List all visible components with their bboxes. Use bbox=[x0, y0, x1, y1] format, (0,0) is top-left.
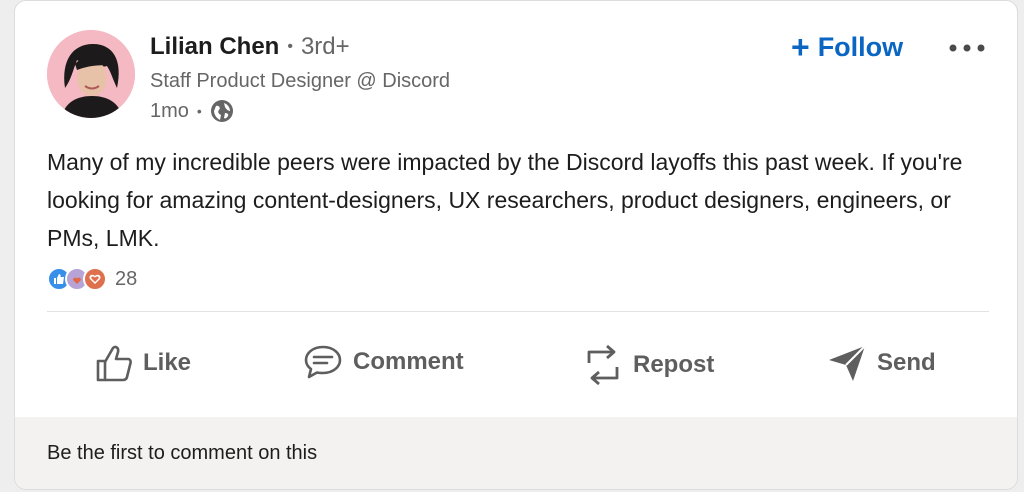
repost-icon bbox=[583, 343, 623, 387]
globe-icon bbox=[210, 99, 234, 123]
author-name-line: Lilian Chen • 3rd+ bbox=[150, 33, 350, 61]
more-options-icon[interactable] bbox=[945, 39, 989, 57]
send-label: Send bbox=[877, 349, 936, 376]
follow-label: Follow bbox=[817, 31, 904, 62]
follow-button[interactable]: + Follow bbox=[791, 31, 903, 63]
feed-post-card: Lilian Chen • 3rd+ Staff Product Designer … bbox=[14, 0, 1018, 490]
comment-label: Comment bbox=[353, 348, 464, 375]
repost-button[interactable]: Repost bbox=[583, 343, 714, 387]
comment-button[interactable]: Comment bbox=[303, 343, 464, 381]
author-avatar[interactable] bbox=[47, 30, 135, 118]
comments-section: Be the first to comment on this bbox=[15, 417, 1017, 489]
comment-prompt: Be the first to comment on this bbox=[47, 442, 318, 464]
love-reaction-icon bbox=[83, 267, 107, 291]
reactions-summary[interactable]: 28 bbox=[47, 267, 137, 291]
post-meta: 1mo • bbox=[150, 99, 234, 123]
meta-separator: • bbox=[196, 103, 202, 119]
thumbs-up-icon bbox=[95, 343, 133, 383]
author-name[interactable]: Lilian Chen bbox=[150, 33, 279, 60]
reaction-count: 28 bbox=[115, 267, 138, 290]
plus-icon: + bbox=[791, 29, 810, 65]
connection-degree: 3rd+ bbox=[300, 33, 350, 60]
send-icon bbox=[827, 343, 867, 383]
name-separator: • bbox=[287, 38, 293, 55]
reaction-icons bbox=[47, 267, 107, 291]
author-headline: Staff Product Designer @ Discord bbox=[150, 70, 451, 92]
post-body: Many of my incredible peers were impacte… bbox=[47, 149, 963, 251]
comment-icon bbox=[303, 343, 343, 381]
divider bbox=[47, 311, 989, 312]
like-button[interactable]: Like bbox=[95, 343, 191, 383]
send-button[interactable]: Send bbox=[827, 343, 936, 383]
social-actions-bar: Like Comment Repost Send bbox=[15, 331, 1017, 401]
post-time: 1mo bbox=[150, 99, 189, 122]
like-label: Like bbox=[143, 349, 192, 376]
repost-label: Repost bbox=[633, 351, 715, 378]
